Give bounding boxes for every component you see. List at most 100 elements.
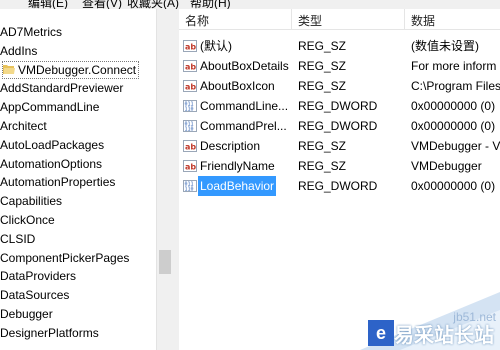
value-name: CommandLine... — [200, 99, 289, 113]
tree-item[interactable]: DataSources — [0, 286, 69, 304]
value-data: VMDebugger - V — [411, 139, 500, 153]
svg-text:110: 110 — [185, 107, 194, 113]
value-row[interactable]: ab AboutBoxIcon REG_SZ C:\Program Files — [179, 76, 500, 96]
tree-item-label: AD7Metrics — [0, 25, 63, 39]
dword-value-icon: 011110 — [183, 120, 197, 132]
value-row[interactable]: ab Description REG_SZ VMDebugger - V — [179, 136, 500, 156]
registry-key-tree[interactable]: AD7Metrics AddIns VMDebugger.Connect AddSta… — [0, 9, 156, 350]
value-row[interactable]: 011 110 CommandPrel... REG_DWORD 0x00000000 … — [179, 116, 500, 136]
tree-item-label: VMDebugger.Connect — [18, 63, 137, 77]
tree-item-label: AppCommandLine — [0, 100, 100, 114]
tree-item[interactable]: AD7Metrics — [0, 23, 62, 41]
tree-item[interactable]: CLSID — [0, 230, 35, 248]
svg-text:ab: ab — [185, 163, 196, 172]
tree-item-label: AddIns — [0, 44, 38, 58]
value-type: REG_SZ — [298, 159, 347, 173]
svg-text:ab: ab — [185, 83, 196, 92]
tree-item[interactable]: DataProviders — [0, 267, 76, 285]
menu-help[interactable]: 帮助(H) — [190, 0, 231, 9]
value-name: AboutBoxDetails — [200, 59, 289, 73]
value-row[interactable]: ab AboutBoxDetails REG_SZ For more inform — [179, 56, 500, 76]
tree-item-label: ClickOnce — [0, 213, 55, 227]
value-name: FriendlyName — [200, 159, 275, 173]
watermark-brand: 易采站长站 — [394, 323, 494, 347]
menu-edit[interactable]: 编辑(E) — [28, 0, 68, 9]
string-value-icon: ab — [183, 40, 197, 52]
svg-text:110: 110 — [185, 127, 194, 133]
tree-item[interactable]: AddIns — [0, 42, 37, 60]
string-value-icon: ab — [183, 80, 197, 92]
value-type: REG_DWORD — [298, 119, 378, 133]
tree-item-label: AddStandardPreviewer — [0, 81, 124, 95]
tree-item[interactable]: Capabilities — [0, 192, 62, 210]
tree-item-label: DesignerPlatforms — [0, 326, 99, 340]
value-type: REG_DWORD — [298, 99, 378, 113]
tree-item[interactable]: ComponentPickerPages — [0, 249, 129, 267]
tree-item[interactable]: DesignerPlatforms — [0, 324, 99, 342]
value-name: LoadBehavior — [198, 176, 277, 196]
value-data: (数值未设置) — [411, 39, 479, 53]
tree-item-label: AutomationOptions — [0, 157, 103, 171]
header-type[interactable]: 类型 — [298, 9, 322, 29]
value-data: VMDebugger — [411, 159, 482, 173]
tree-item-label: Capabilities — [0, 194, 63, 208]
value-name: Description — [200, 139, 261, 153]
watermark-logo-icon: e — [368, 320, 394, 346]
tree-item[interactable]: AutoLoadPackages — [0, 136, 104, 154]
value-data: 0x00000000 (0) — [411, 179, 496, 193]
string-value-icon: ab — [183, 160, 197, 172]
value-data: For more inform — [411, 59, 497, 73]
value-type: REG_SZ — [298, 39, 347, 53]
header-divider[interactable] — [291, 9, 292, 29]
menu-bar: 编辑(E) 查看(V) 收藏夹(A) 帮助(H) — [0, 0, 500, 9]
tree-item-label: DataSources — [0, 288, 70, 302]
value-name: CommandPrel... — [200, 119, 287, 133]
tree-item[interactable]: AutomationOptions — [0, 155, 102, 173]
header-data[interactable]: 数据 — [411, 9, 435, 29]
tree-item-label: Debugger — [0, 307, 53, 321]
value-row[interactable]: ab FriendlyName REG_SZ VMDebugger — [179, 156, 500, 176]
svg-text:110: 110 — [185, 187, 194, 193]
tree-item[interactable]: AddStandardPreviewer — [0, 79, 123, 97]
header-name[interactable]: 名称 — [185, 9, 209, 29]
dword-value-icon: 011110 — [183, 180, 197, 192]
value-row[interactable]: ab (默认) REG_SZ (数值未设置) — [179, 36, 500, 56]
tree-item-label: DataProviders — [0, 269, 77, 283]
value-type: REG_DWORD — [298, 179, 378, 193]
menu-view[interactable]: 查看(V) — [82, 0, 122, 9]
menu-favorites[interactable]: 收藏夹(A) — [127, 0, 179, 9]
folder-open-icon — [3, 65, 15, 74]
value-data: 0x00000000 (0) — [411, 99, 496, 113]
string-value-icon: ab — [183, 140, 197, 152]
svg-text:ab: ab — [185, 43, 196, 52]
value-name: AboutBoxIcon — [200, 79, 275, 93]
tree-scrollbar[interactable] — [156, 9, 174, 350]
dword-value-icon: 011110 — [183, 100, 197, 112]
tree-item-label: CLSID — [0, 232, 36, 246]
tree-item-label: AutoLoadPackages — [0, 138, 105, 152]
tree-item-label: AutomationProperties — [0, 175, 116, 189]
value-data: C:\Program Files — [411, 79, 500, 93]
tree-item[interactable]: AppCommandLine — [0, 98, 99, 116]
site-watermark: jb51.net e 易采站长站 — [340, 292, 500, 350]
svg-text:ab: ab — [185, 63, 196, 72]
svg-text:ab: ab — [185, 143, 196, 152]
tree-item[interactable]: VMDebugger.Connect — [2, 61, 140, 79]
tree-item[interactable]: ClickOnce — [0, 211, 55, 229]
header-divider[interactable] — [404, 9, 405, 29]
value-type: REG_SZ — [298, 139, 347, 153]
string-value-icon: ab — [183, 60, 197, 72]
tree-item-label: Architect — [0, 119, 47, 133]
value-row[interactable]: 011 110 LoadBehavior REG_DWORD 0x00000000 (0… — [179, 176, 500, 196]
tree-item-label: ComponentPickerPages — [0, 251, 130, 265]
value-row[interactable]: 011 110 CommandLine... REG_DWORD 0x00000000 … — [179, 96, 500, 116]
tree-item[interactable]: Architect — [0, 117, 47, 135]
column-header: 名称 类型 数据 — [179, 9, 500, 30]
value-name: (默认) — [200, 39, 232, 53]
value-data: 0x00000000 (0) — [411, 119, 496, 133]
tree-item[interactable]: AutomationProperties — [0, 173, 115, 191]
value-type: REG_SZ — [298, 59, 347, 73]
tree-item[interactable]: Debugger — [0, 305, 53, 323]
value-type: REG_SZ — [298, 79, 347, 93]
scrollbar-thumb[interactable] — [159, 250, 171, 274]
